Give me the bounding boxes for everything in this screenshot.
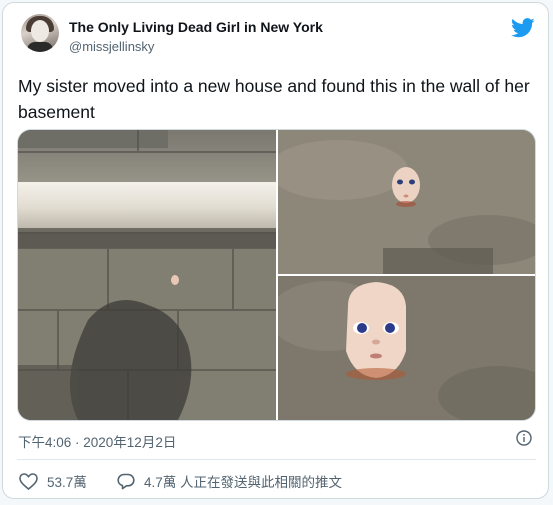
heart-icon [19,472,38,490]
like-button[interactable]: 53.7萬 [19,471,87,491]
twitter-bird-icon[interactable] [511,18,535,38]
tweet-text: My sister moved into a new house and fou… [18,76,530,122]
tweet-media-grid [17,129,536,421]
info-icon[interactable] [516,430,532,446]
tweet-timestamp[interactable]: 下午4:06 · 2020年12月2日 [18,431,176,451]
author-handle[interactable]: @missjellinsky [69,39,154,54]
author-avatar[interactable] [21,14,59,52]
reply-bubble-icon [117,473,135,489]
conversation-button[interactable]: 4.7萬 人正在發送與此相關的推文 [117,471,342,491]
conversation-text: 4.7萬 人正在發送與此相關的推文 [144,475,343,490]
doll-face-closeup-photo[interactable] [278,276,535,420]
divider [17,459,536,460]
doll-face-in-wall-photo[interactable] [278,130,535,274]
author-display-name[interactable]: The Only Living Dead Girl in New York [69,19,323,35]
basement-wall-photo[interactable] [18,130,276,420]
like-count: 53.7萬 [47,475,87,490]
tweet-card[interactable]: The Only Living Dead Girl in New York @m… [2,2,549,499]
